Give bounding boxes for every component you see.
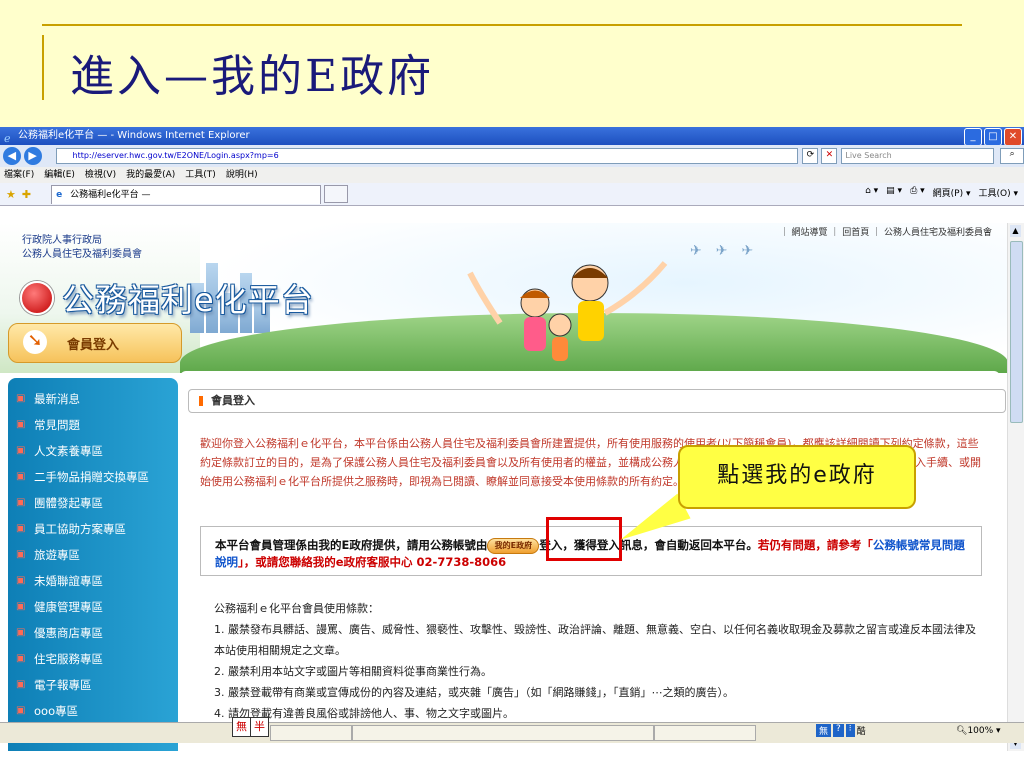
status-segment (270, 725, 352, 741)
notice-red-2: 」，或請您聯絡我的e政府客服中心 02-7738-8066 (238, 555, 507, 569)
sidebar-item-news[interactable]: 最新消息 (8, 386, 178, 412)
ime-help-icon[interactable]: ? (833, 724, 844, 737)
scroll-up-icon[interactable]: ▲ (1010, 225, 1021, 237)
my-egov-button[interactable]: 我的E政府 (487, 537, 540, 554)
sidebar-item-housing[interactable]: 住宅服務專區 (8, 646, 178, 672)
ime-options-icon[interactable]: ⁝ (845, 724, 855, 737)
ime-toolbar-left[interactable]: 無 半 (232, 717, 269, 737)
close-button[interactable]: ✕ (1004, 128, 1022, 146)
site-brand-text: 公務福利e化平台 (62, 281, 314, 319)
sidebar-item-health[interactable]: 健康管理專區 (8, 594, 178, 620)
sidebar-item-faq[interactable]: 常見問題 (8, 412, 178, 438)
sidebar-item-eap[interactable]: 員工協助方案專區 (8, 516, 178, 542)
minimize-button[interactable]: _ (964, 128, 982, 146)
vertical-scrollbar[interactable]: ▲ ▼ (1007, 223, 1024, 751)
sidebar-item-groups[interactable]: 團體發起專區 (8, 490, 178, 516)
search-icon[interactable]: ⌕ (1000, 148, 1024, 164)
terms-item: 1. 嚴禁發布具髒話、謾罵、廣告、威脅性、猥褻性、攻擊性、毀謗性、政治評論、離題… (214, 623, 976, 657)
ime-toolbar-right[interactable]: 無 ? ⁝ 酷 (816, 724, 866, 737)
tab-current[interactable]: 公務福利e化平台 — (51, 184, 322, 204)
section-title: 會員登入 (188, 389, 1006, 413)
stop-icon[interactable]: ✕ (821, 148, 838, 164)
print-icon[interactable]: ⎙ ▾ (910, 186, 925, 199)
member-login-label: 會員登入 (67, 338, 120, 353)
address-bar-row: ◀ ▶ http://eserver.hwc.gov.tw/E2ONE/Logi… (0, 145, 1024, 167)
main-panel: 會員登入 歡迎你登入公務福利ｅ化平台，本平台係由公務人員住宅及福利委員會所建置提… (180, 371, 1006, 751)
menu-file[interactable]: 檔案(F) (4, 167, 34, 183)
site-banner: ✈✈✈ ｜ 網站導覽 ｜ 回首頁 ｜ 公務人員住宅及福利委員會 行政院人事行政局… (0, 223, 1008, 373)
window-controls: _ □ ✕ (964, 128, 1022, 146)
ime-mode[interactable]: 無 (233, 718, 251, 736)
site-brand[interactable]: 公務福利e化平台 (22, 275, 314, 321)
org-line-2: 公務人員住宅及福利委員會 (22, 249, 142, 260)
org-line-1: 行政院人事行政局 (22, 235, 102, 246)
menu-bar: 檔案(F) 編輯(E) 檢視(V) 我的最愛(A) 工具(T) 說明(H) (0, 167, 1024, 183)
status-segment (352, 725, 654, 741)
notice-part-1: 本平台會員管理係由我的E政府提供，請用公務帳號由 (215, 538, 488, 552)
slide-top-rule (42, 24, 962, 26)
page-menu[interactable]: 網頁(P) ▾ (933, 186, 971, 199)
top-links[interactable]: ｜ 網站導覽 ｜ 回首頁 ｜ 公務人員住宅及福利委員會 (780, 225, 992, 238)
member-login-button[interactable]: ➘ 會員登入 (8, 323, 182, 363)
sidebar-item-shops[interactable]: 優惠商店專區 (8, 620, 178, 646)
ime-mode-right[interactable]: 無 (816, 724, 832, 737)
sidebar-item-humanities[interactable]: 人文素養專區 (8, 438, 178, 464)
back-button[interactable]: ◀ (3, 147, 21, 165)
callout-annotation: 點選我的e政府 (678, 445, 916, 509)
maximize-button[interactable]: □ (984, 128, 1002, 146)
org-name: 行政院人事行政局 公務人員住宅及福利委員會 (22, 234, 142, 262)
sidebar-item-secondhand[interactable]: 二手物品捐贈交換專區 (8, 464, 178, 490)
home-icon[interactable]: ⌂ ▾ (865, 186, 878, 199)
arrow-icon: ➘ (23, 330, 47, 354)
ime-right-text: 酷 (856, 727, 866, 737)
zoom-value: 100% (967, 726, 994, 736)
terms-item: 2. 嚴禁利用本站文字或圖片等相關資料從事商業性行為。 (214, 665, 492, 678)
refresh-icon[interactable]: ⟳ (802, 148, 819, 164)
sidebar-item-travel[interactable]: 旅遊專區 (8, 542, 178, 568)
terms-title: 公務福利ｅ化平台會員使用條款： (214, 602, 379, 615)
feed-icon[interactable]: ▤ ▾ (886, 186, 902, 199)
forward-button[interactable]: ▶ (23, 147, 42, 165)
zoom-level[interactable]: 🔍︎100% ▾ (956, 726, 1001, 736)
menu-favorites[interactable]: 我的最愛(A) (126, 167, 175, 183)
paper-birds-illustration: ✈✈✈ (690, 243, 768, 259)
slide-left-rule (42, 35, 44, 100)
menu-view[interactable]: 檢視(V) (85, 167, 116, 183)
window-titlebar: ℯ 公務福利e化平台 — - Windows Internet Explorer… (0, 127, 1024, 146)
command-bar: ⌂ ▾ ▤ ▾ ⎙ ▾ 網頁(P) ▾ 工具(O) ▾ (865, 186, 1018, 199)
terms-item: 4. 請勿登載有違善良風俗或誹謗他人、事、物之文字或圖片。 (214, 707, 514, 720)
favorites-star-icon[interactable]: ★ (6, 188, 16, 201)
sidebar-item-more[interactable]: ooo專區 (8, 698, 178, 724)
sidebar-item-newsletter[interactable]: 電子報專區 (8, 672, 178, 698)
terms-item: 3. 嚴禁登載帶有商業或宣傳成份的內容及連結，或夾雜「廣告」（如「網路賺錢」，「… (214, 686, 734, 699)
highlight-frame (546, 517, 622, 561)
sidebar-item-singles[interactable]: 未婚聯誼專區 (8, 568, 178, 594)
slide-title: 進入—我的E政府 (70, 51, 435, 102)
sidebar: 最新消息 常見問題 人文素養專區 二手物品捐贈交換專區 團體發起專區 員工協助方… (8, 378, 178, 751)
ime-width[interactable]: 半 (251, 718, 268, 736)
window-title: 公務福利e化平台 — - Windows Internet Explorer (18, 130, 250, 141)
tools-menu[interactable]: 工具(O) ▾ (979, 186, 1019, 199)
tab-bar: ★ ✚ 公務福利e化平台 — ⌂ ▾ ▤ ▾ ⎙ ▾ 網頁(P) ▾ 工具(O)… (0, 183, 1024, 206)
terms-list: 公務福利ｅ化平台會員使用條款： 1. 嚴禁發布具髒話、謾罵、廣告、威脅性、猥褻性… (214, 598, 984, 724)
address-input[interactable]: http://eserver.hwc.gov.tw/E2ONE/Login.as… (55, 148, 799, 164)
menu-help[interactable]: 說明(H) (226, 167, 258, 183)
menu-tools[interactable]: 工具(T) (185, 167, 216, 183)
search-input[interactable]: Live Search (841, 148, 995, 164)
scroll-thumb[interactable] (1010, 241, 1023, 423)
family-illustration (467, 261, 668, 361)
address-actions: ⟳ ✕ (802, 148, 838, 164)
notice-red-1: 若仍有問題，請參考「 (757, 538, 873, 552)
status-bar (0, 722, 1024, 743)
add-favorite-icon[interactable]: ✚ (22, 188, 31, 201)
new-tab-button[interactable] (324, 185, 349, 203)
status-segment (654, 725, 756, 741)
menu-edit[interactable]: 編輯(E) (44, 167, 75, 183)
